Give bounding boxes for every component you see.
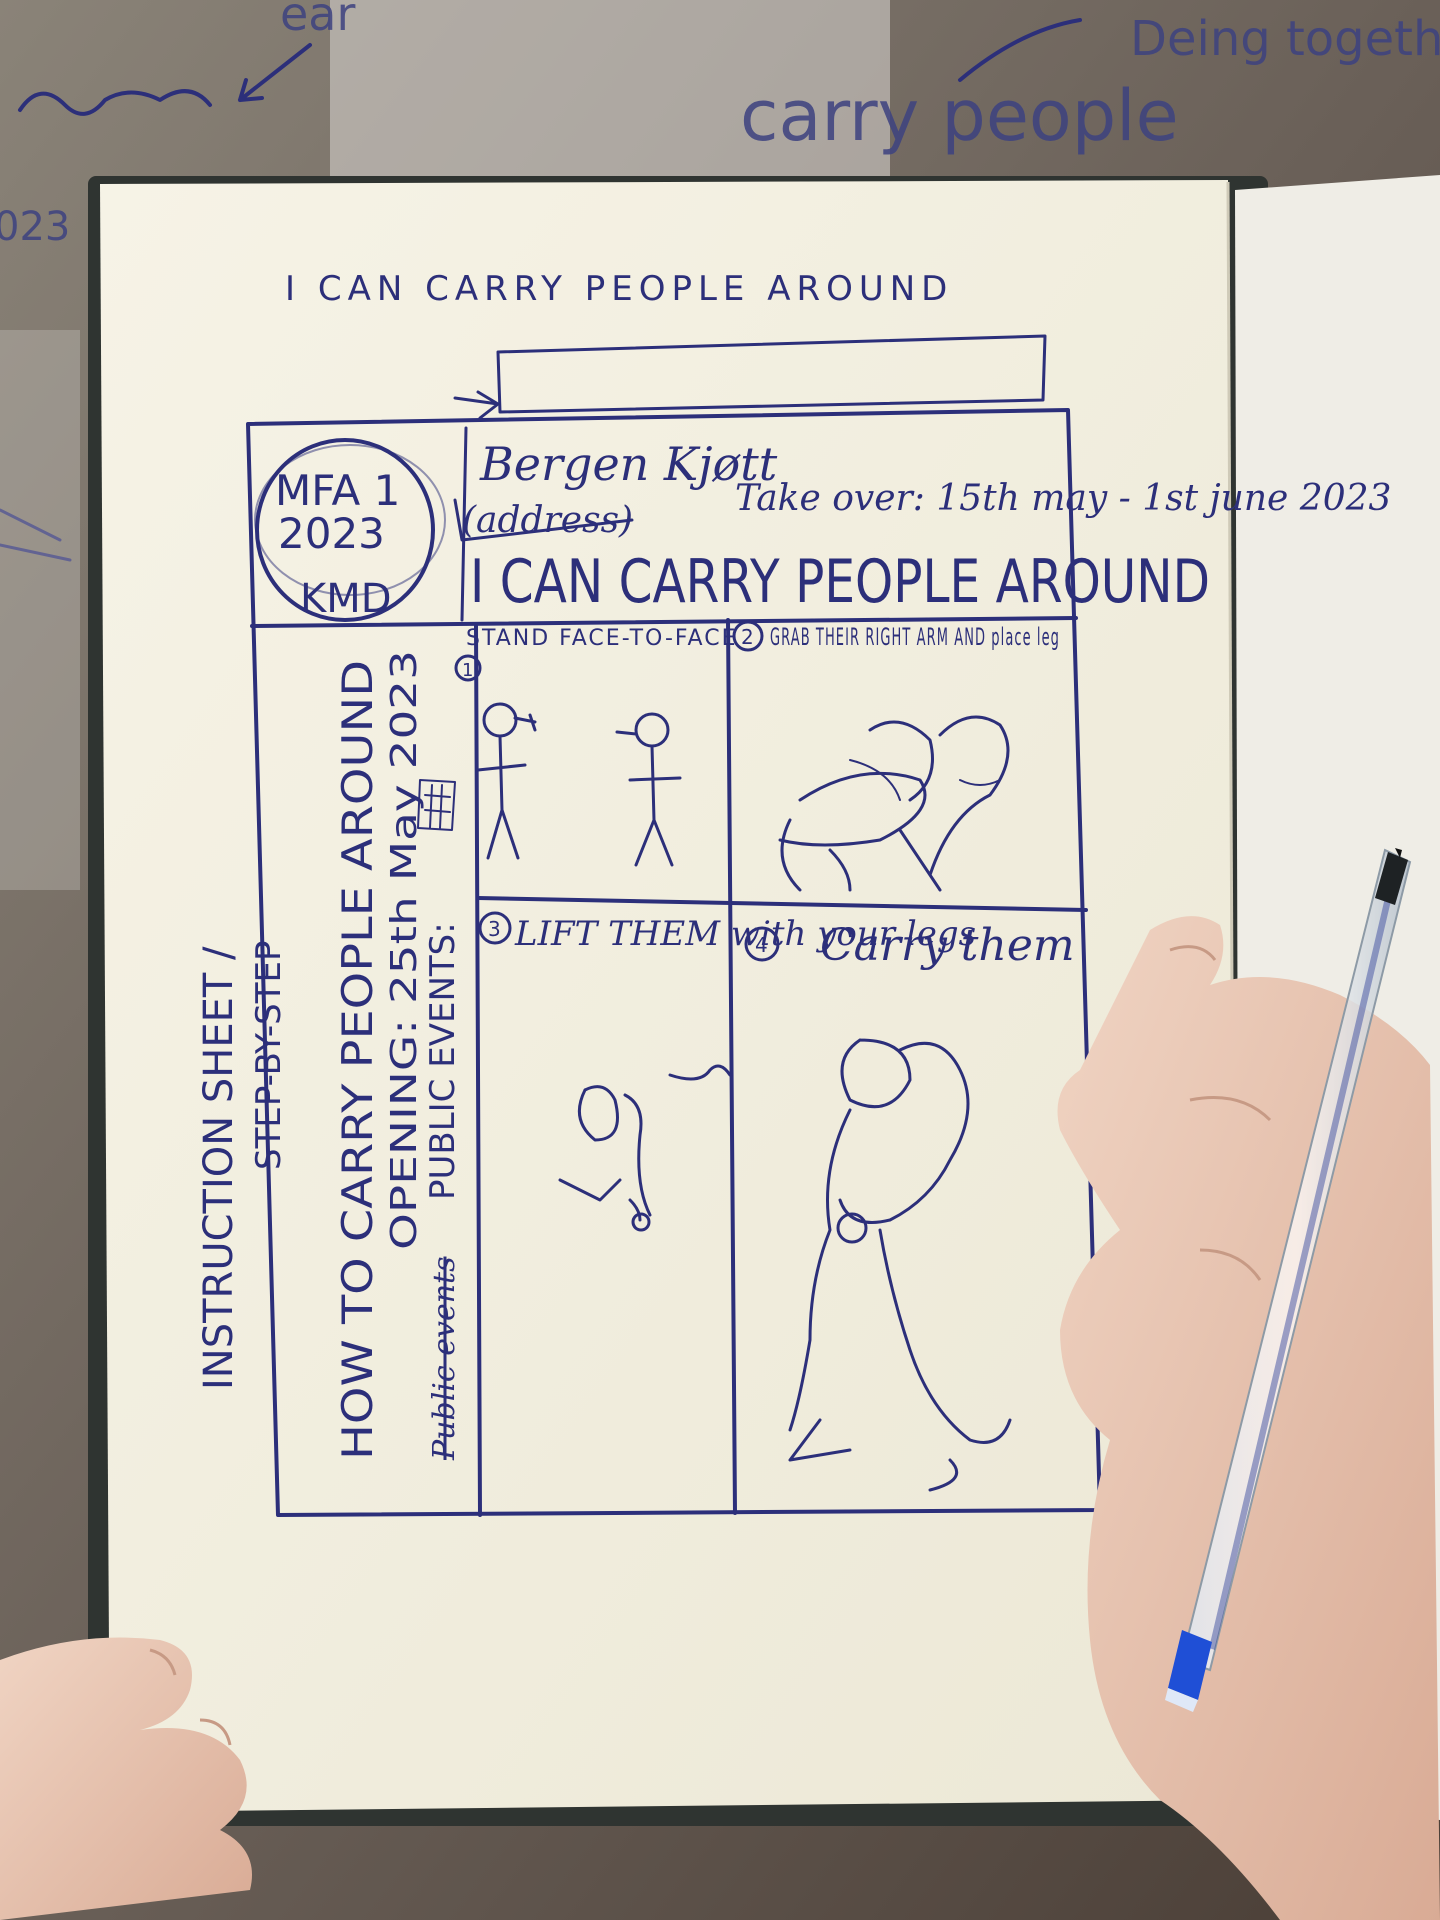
svg-text:2023: 2023 [278, 509, 385, 558]
svg-text:MFA 1: MFA 1 [275, 466, 400, 515]
svg-text:3: 3 [488, 917, 501, 941]
sidebar-instruction: INSTRUCTION SHEET / [196, 946, 242, 1390]
venue-name: Bergen Kjøtt [479, 437, 778, 491]
svg-text:4: 4 [755, 933, 768, 957]
svg-text:023: 023 [0, 204, 70, 250]
sidebar-step-by-step: STEP-BY-STEP [249, 941, 289, 1170]
svg-text:ear: ear [280, 0, 355, 41]
svg-text:Deing together: Deing together [1130, 11, 1440, 67]
vertical-struck-text: Public events [427, 1257, 462, 1461]
poster-banner: I CAN CARRY PEOPLE AROUND [470, 547, 1210, 617]
vertical-title: HOW TO CARRY PEOPLE AROUND [333, 660, 382, 1460]
page-heading: I CAN CARRY PEOPLE AROUND [285, 269, 953, 309]
svg-text:Carry them: Carry them [820, 920, 1075, 971]
svg-text:2: 2 [741, 625, 754, 649]
venue-address: (address) [462, 500, 633, 541]
svg-text:KMD: KMD [300, 576, 392, 622]
svg-text:1: 1 [462, 660, 473, 681]
svg-text:STAND FACE-TO-FACE: STAND FACE-TO-FACE [466, 626, 737, 651]
svg-text:carry people: carry people [740, 75, 1179, 157]
svg-text:GRAB THEIR RIGHT ARM AND place: GRAB THEIR RIGHT ARM AND place leg [770, 623, 1060, 651]
notebook-photo: ear carry people Deing together 023 I CA… [0, 0, 1440, 1920]
takeover-dates: Take over: 15th may - 1st june 2023 [735, 478, 1391, 519]
vertical-opening: OPENING: 25th May 2023 [384, 650, 425, 1250]
vertical-events: PUBLIC EVENTS: [423, 922, 463, 1200]
